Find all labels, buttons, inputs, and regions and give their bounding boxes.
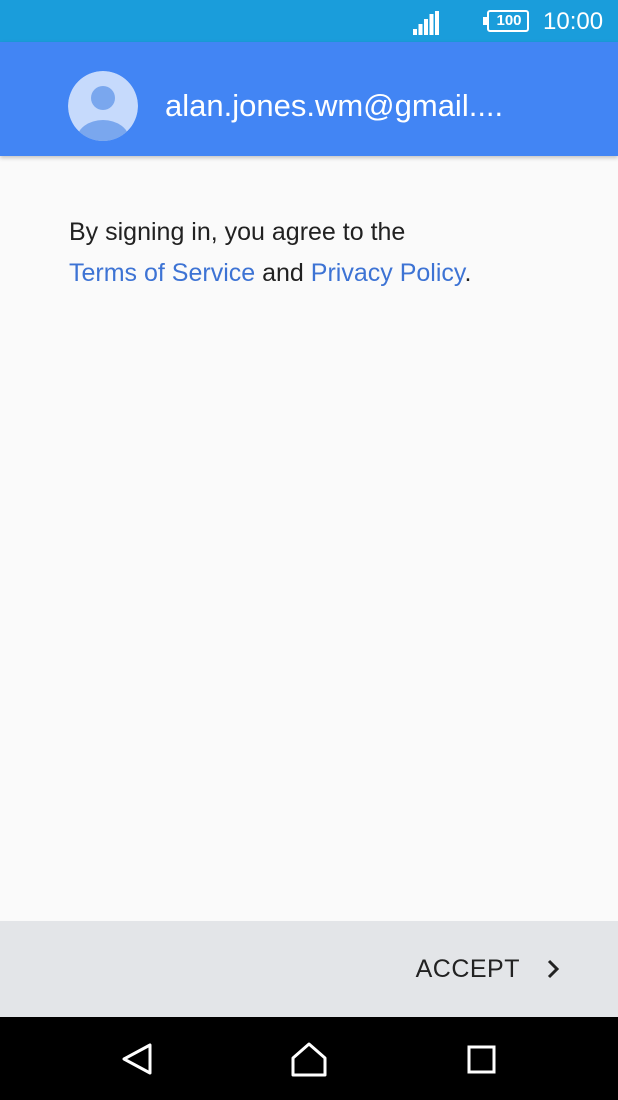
terms-end-punctuation: . (464, 259, 472, 287)
recents-icon[interactable] (461, 1039, 501, 1079)
accept-label: ACCEPT (415, 954, 520, 983)
footer-bar: ACCEPT (0, 921, 618, 1017)
chevron-right-icon (547, 959, 560, 979)
battery-level: 100 (496, 12, 522, 29)
account-email: alan.jones.wm@gmail.... (165, 88, 504, 123)
signal-icon (413, 11, 439, 35)
account-header: alan.jones.wm@gmail.... (0, 42, 618, 156)
back-icon[interactable] (118, 1039, 158, 1079)
privacy-policy-link[interactable]: Privacy Policy (311, 259, 465, 287)
terms-conjunction: and (262, 259, 304, 287)
status-bar: 100 10:00 (0, 0, 618, 42)
clock: 10:00 (543, 8, 604, 35)
terms-text: By signing in, you agree to the Terms of… (69, 212, 569, 294)
accept-button[interactable]: ACCEPT (386, 939, 566, 999)
terms-of-service-link[interactable]: Terms of Service (69, 259, 255, 287)
account-circle-icon[interactable] (68, 71, 138, 141)
navigation-bar (0, 1017, 618, 1100)
home-icon[interactable] (289, 1039, 329, 1079)
terms-intro: By signing in, you agree to the (69, 218, 406, 246)
